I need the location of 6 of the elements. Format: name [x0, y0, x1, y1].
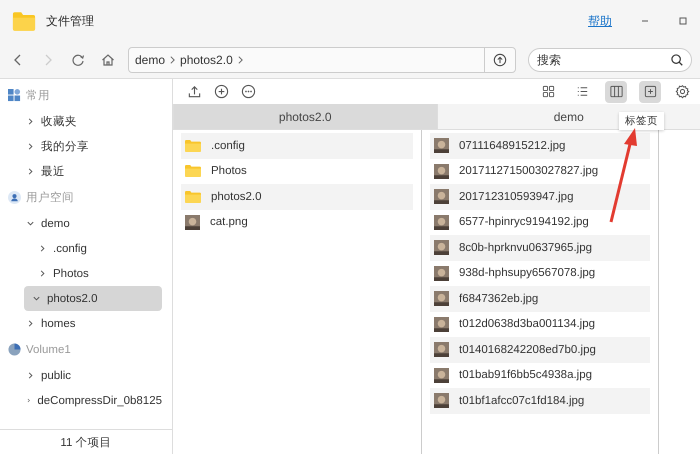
- section-label: 常用: [26, 88, 50, 103]
- section-label: 用户空间: [26, 190, 74, 205]
- window-title: 文件管理: [46, 12, 94, 30]
- tooltip: 标签页: [619, 112, 664, 130]
- section-label: Volume1: [26, 344, 71, 356]
- item-count: 11 个项目: [0, 429, 172, 454]
